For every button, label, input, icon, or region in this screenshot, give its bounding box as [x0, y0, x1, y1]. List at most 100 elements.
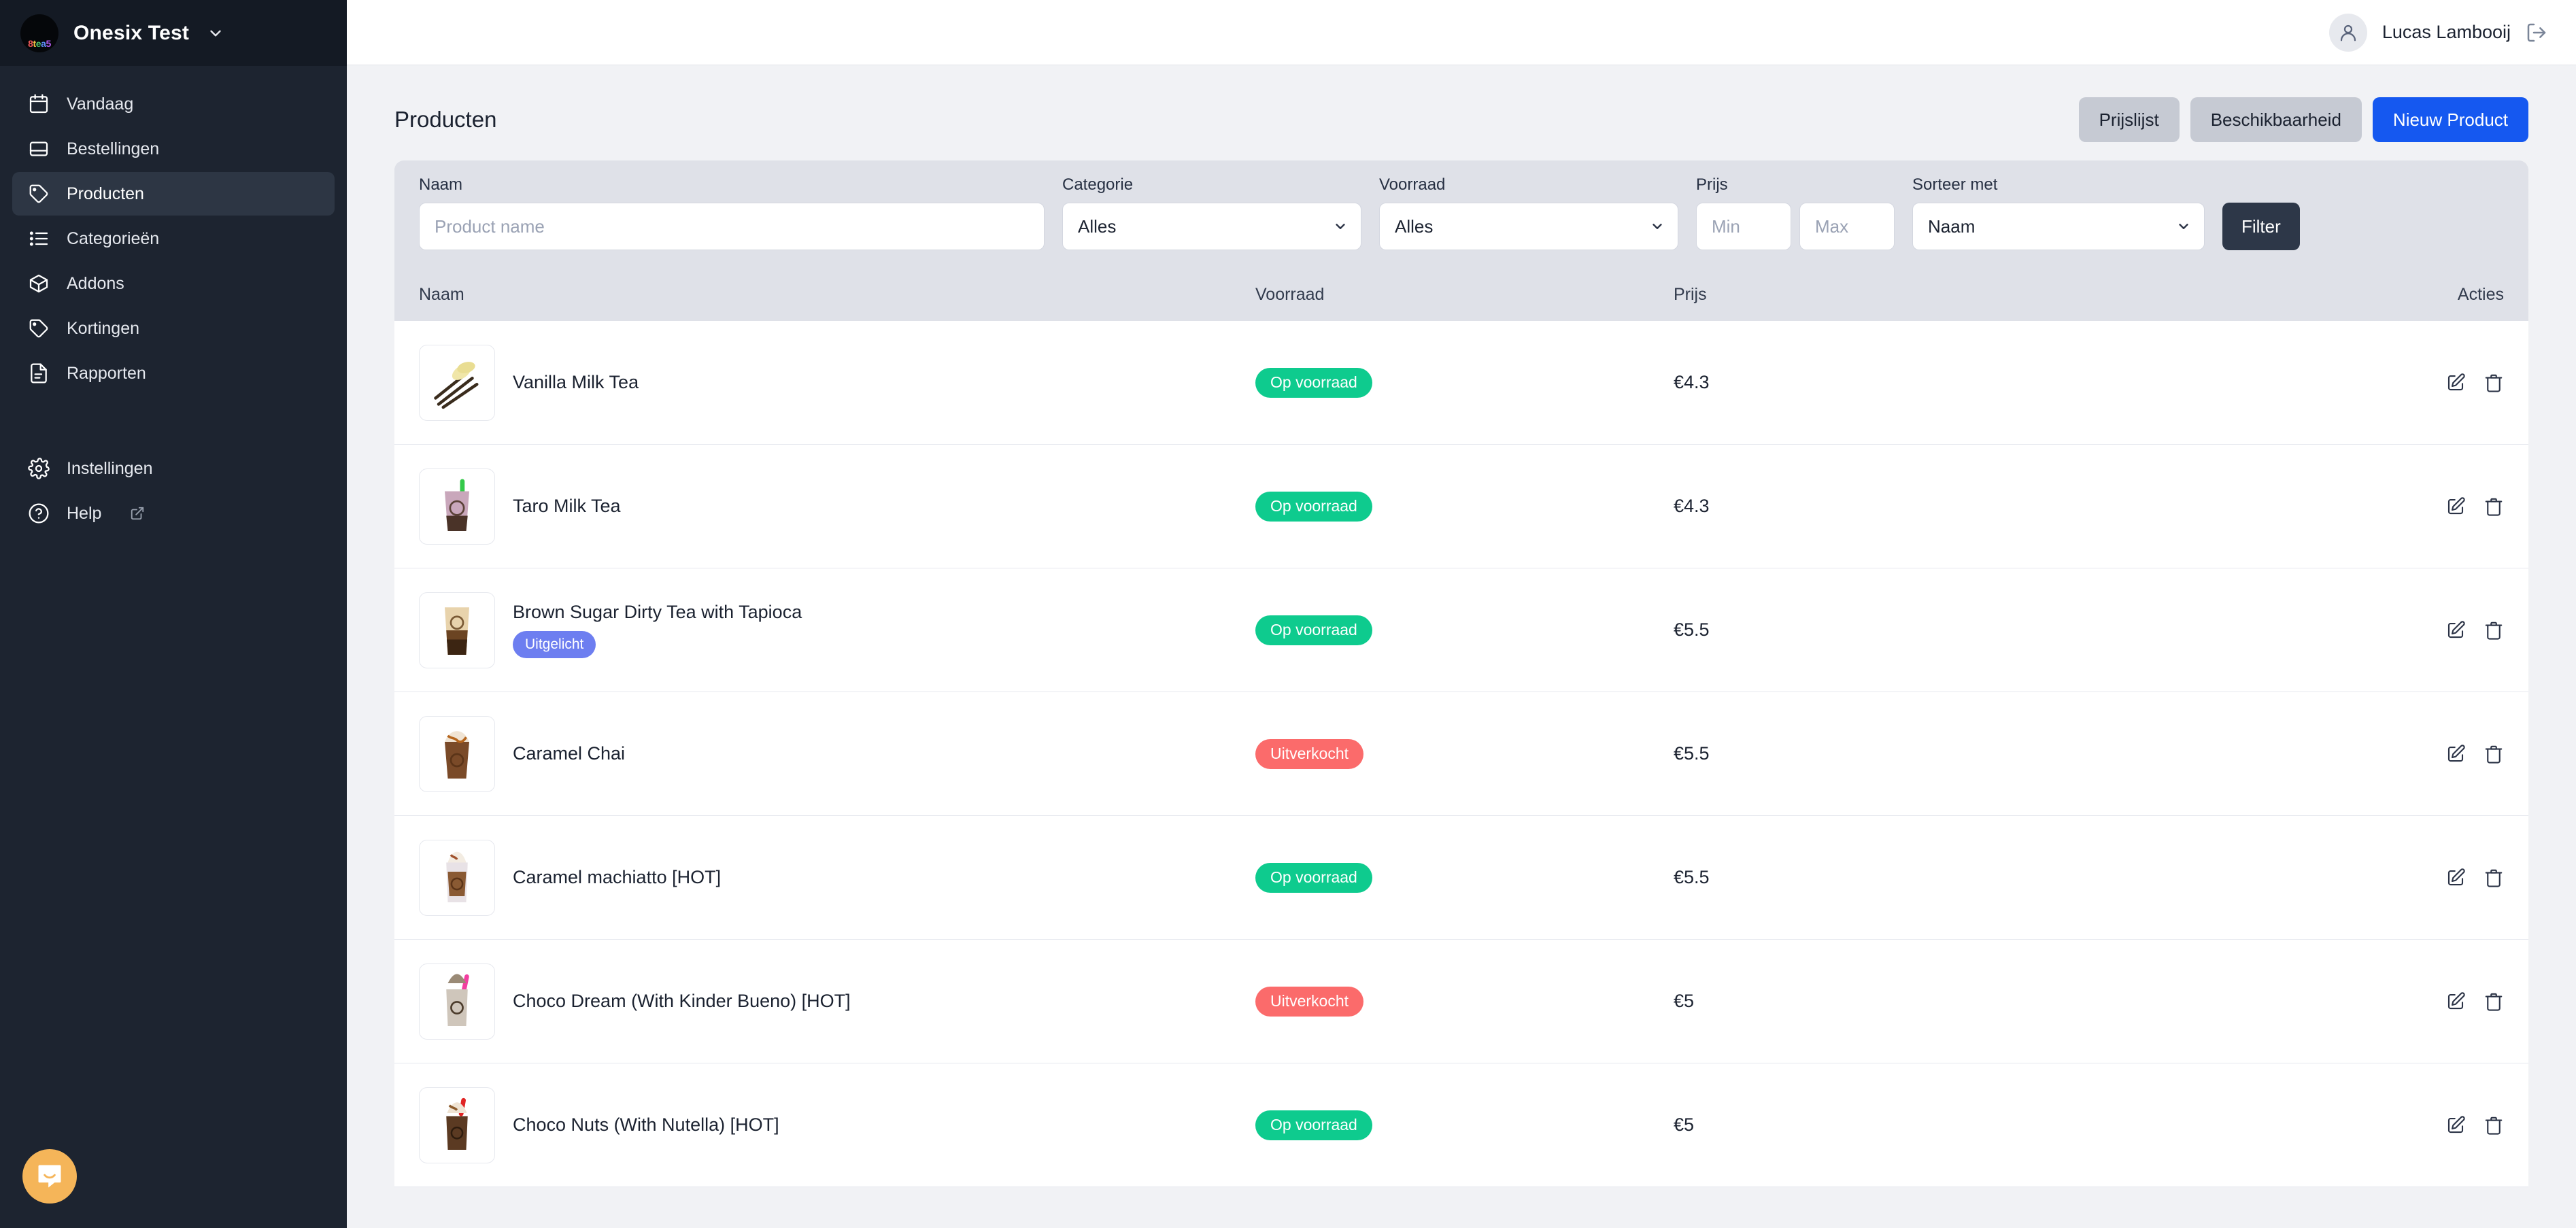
- filter-sort-label: Sorteer met: [1912, 175, 1998, 194]
- calendar-icon: [27, 92, 50, 116]
- column-header-stock: Voorraad: [1255, 284, 1325, 304]
- sidebar-item-kortingen[interactable]: Kortingen: [12, 307, 335, 350]
- filter-name-label: Naam: [419, 175, 463, 194]
- sort-select[interactable]: Naam: [1912, 203, 2205, 250]
- availability-button[interactable]: Beschikbaarheid: [2190, 97, 2362, 142]
- table-row[interactable]: Caramel machiatto [HOT] Op voorraad €5.5: [394, 816, 2528, 940]
- package-icon: [27, 272, 50, 295]
- filter-price-group: Prijs: [1696, 175, 1895, 250]
- tag-icon: [27, 182, 50, 205]
- product-name: Choco Nuts (With Nutella) [HOT]: [513, 1114, 779, 1135]
- products-table: Naam Voorraad Prijs Acties Vanilla Milk …: [394, 268, 2528, 1187]
- sidebar-item-help[interactable]: Help: [12, 492, 335, 535]
- gear-icon: [27, 457, 50, 480]
- trash-icon[interactable]: [2484, 991, 2504, 1012]
- trash-icon[interactable]: [2484, 1115, 2504, 1136]
- filter-button[interactable]: Filter: [2222, 203, 2300, 250]
- column-header-actions: Acties: [2457, 284, 2504, 304]
- table-row[interactable]: Vanilla Milk Tea Op voorraad €4.3: [394, 321, 2528, 445]
- table-row[interactable]: Choco Nuts (With Nutella) [HOT] Op voorra…: [394, 1063, 2528, 1187]
- edit-icon[interactable]: [2445, 868, 2466, 888]
- trash-icon[interactable]: [2484, 373, 2504, 393]
- edit-icon[interactable]: [2445, 620, 2466, 641]
- sidebar-item-label: Help: [67, 503, 102, 523]
- document-icon: [27, 362, 50, 385]
- sidebar-item-addons[interactable]: Addons: [12, 262, 335, 305]
- product-thumbnail: [419, 715, 495, 792]
- sidebar-item-label: Categorieën: [67, 228, 160, 248]
- table-row[interactable]: Taro Milk Tea Op voorraad €4.3: [394, 445, 2528, 568]
- sidebar-item-vandaag[interactable]: Vandaag: [12, 82, 335, 126]
- page-content: Producten Prijslijst Beschikbaarheid Nie…: [347, 65, 2576, 1228]
- product-thumbnail: [419, 344, 495, 421]
- nav-divider-space: [12, 396, 335, 447]
- question-mark-icon: [27, 502, 50, 525]
- app-root: 8tea5 Onesix Test Vandaag Bestellingen P…: [0, 0, 2576, 1228]
- chevron-down-icon[interactable]: [207, 24, 224, 42]
- status-badge: Op voorraad: [1255, 491, 1372, 522]
- filter-sort-group: Sorteer met Naam: [1912, 175, 2205, 250]
- product-price: €5: [1674, 1114, 1695, 1135]
- status-badge: Op voorraad: [1255, 615, 1372, 645]
- edit-icon[interactable]: [2445, 496, 2466, 517]
- topbar: Lucas Lambooij: [347, 0, 2576, 65]
- price-min-input[interactable]: [1696, 203, 1791, 250]
- edit-icon[interactable]: [2445, 991, 2466, 1012]
- list-icon: [27, 227, 50, 250]
- filter-category-label: Categorie: [1062, 175, 1134, 194]
- logout-icon[interactable]: [2526, 22, 2547, 44]
- table-row[interactable]: Choco Dream (With Kinder Bueno) [HOT] Uit…: [394, 940, 2528, 1063]
- table-row[interactable]: Caramel Chai Uitverkocht €5.5: [394, 692, 2528, 816]
- product-price: €4.3: [1674, 372, 1710, 392]
- tag-icon: [27, 317, 50, 340]
- sidebar-item-label: Bestellingen: [67, 139, 160, 158]
- table-body: Vanilla Milk Tea Op voorraad €4.3 Taro Milk…: [394, 321, 2528, 1187]
- user-menu[interactable]: Lucas Lambooij: [2328, 13, 2511, 52]
- table-row[interactable]: Brown Sugar Dirty Tea with Tapioca Uitgel…: [394, 568, 2528, 692]
- inbox-icon: [27, 137, 50, 160]
- edit-icon[interactable]: [2445, 744, 2466, 764]
- product-name: Vanilla Milk Tea: [513, 372, 639, 392]
- sidebar-item-label: Rapporten: [67, 363, 146, 383]
- product-price: €5.5: [1674, 867, 1710, 887]
- brand-name: Onesix Test: [73, 21, 190, 44]
- intercom-chat-icon[interactable]: [22, 1149, 77, 1204]
- product-price: €5.5: [1674, 743, 1710, 764]
- price-max-input[interactable]: [1799, 203, 1895, 250]
- pricelist-button[interactable]: Prijslijst: [2078, 97, 2180, 142]
- brand-logo: 8tea5: [20, 14, 58, 52]
- status-badge: Uitverkocht: [1255, 986, 1364, 1017]
- sidebar-item-label: Vandaag: [67, 94, 134, 114]
- user-name: Lucas Lambooij: [2382, 22, 2511, 42]
- filter-bar: Naam Categorie Alles Voorraa: [394, 160, 2528, 268]
- stock-select[interactable]: Alles: [1379, 203, 1678, 250]
- sidebar-item-producten[interactable]: Producten: [12, 172, 335, 216]
- sidebar-item-label: Kortingen: [67, 318, 140, 338]
- table-header-row: Naam Voorraad Prijs Acties: [394, 268, 2528, 321]
- edit-icon[interactable]: [2445, 373, 2466, 393]
- product-thumbnail: [419, 839, 495, 916]
- column-header-price: Prijs: [1674, 284, 1707, 304]
- product-name: Choco Dream (With Kinder Bueno) [HOT]: [513, 991, 851, 1011]
- status-badge: Op voorraad: [1255, 862, 1372, 893]
- sidebar-item-rapporten[interactable]: Rapporten: [12, 352, 335, 395]
- new-product-button[interactable]: Nieuw Product: [2372, 97, 2528, 142]
- product-thumbnail: [419, 1087, 495, 1163]
- product-thumbnail: [419, 963, 495, 1040]
- category-select[interactable]: Alles: [1062, 203, 1361, 250]
- search-input[interactable]: [419, 203, 1045, 250]
- filter-name-group: Naam: [419, 175, 1045, 250]
- trash-icon[interactable]: [2484, 868, 2504, 888]
- product-thumbnail: [419, 468, 495, 545]
- sidebar-item-instellingen[interactable]: Instellingen: [12, 447, 335, 490]
- category-select-wrap: Alles: [1062, 203, 1361, 250]
- product-price: €5.5: [1674, 619, 1710, 640]
- edit-icon[interactable]: [2445, 1115, 2466, 1136]
- sidebar-item-bestellingen[interactable]: Bestellingen: [12, 127, 335, 171]
- product-name: Taro Milk Tea: [513, 496, 621, 516]
- sidebar-item-categorieen[interactable]: Categorieën: [12, 217, 335, 260]
- trash-icon[interactable]: [2484, 620, 2504, 641]
- brand-switcher[interactable]: 8tea5 Onesix Test: [0, 0, 347, 66]
- trash-icon[interactable]: [2484, 496, 2504, 517]
- trash-icon[interactable]: [2484, 744, 2504, 764]
